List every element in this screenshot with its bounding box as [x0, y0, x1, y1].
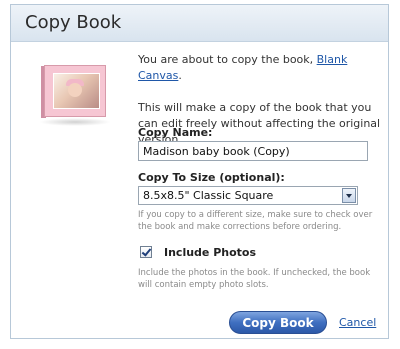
dropdown-button[interactable]: [342, 188, 356, 203]
include-photos-label[interactable]: Include Photos: [164, 246, 256, 259]
book-thumbnail-icon: [35, 63, 113, 127]
cover-photo: [53, 73, 100, 109]
include-photos-checkbox[interactable]: [140, 246, 152, 258]
intro-prefix: You are about to copy the book,: [138, 53, 317, 66]
dialog-titlebar: Copy Book: [11, 5, 388, 42]
baby-face: [68, 83, 82, 97]
dialog-title: Copy Book: [25, 12, 122, 33]
checkmark-icon: [141, 246, 152, 257]
chevron-down-icon: [346, 194, 352, 198]
intro-text: You are about to copy the book, Blank Ca…: [138, 52, 383, 84]
copy-size-label: Copy To Size (optional):: [138, 171, 285, 184]
copy-name-label: Copy Name:: [138, 126, 213, 139]
cancel-link[interactable]: Cancel: [339, 316, 376, 329]
book-shadow: [39, 118, 111, 126]
copy-book-button-label: Copy Book: [242, 316, 314, 330]
book-cover: [44, 65, 106, 117]
copy-name-input[interactable]: [138, 141, 368, 161]
intro-suffix: .: [178, 69, 182, 82]
copy-size-value: 8.5x8.5" Classic Square: [143, 189, 274, 202]
copy-size-select[interactable]: 8.5x8.5" Classic Square: [138, 186, 358, 205]
photos-hint: Include the photos in the book. If unche…: [138, 268, 371, 290]
dialog-content: You are about to copy the book, Blank Ca…: [138, 49, 383, 334]
size-hint: If you copy to a different size, make su…: [138, 210, 373, 232]
copy-book-dialog: Copy Book You are about to copy the book…: [10, 4, 389, 339]
copy-book-button[interactable]: Copy Book: [229, 311, 327, 334]
